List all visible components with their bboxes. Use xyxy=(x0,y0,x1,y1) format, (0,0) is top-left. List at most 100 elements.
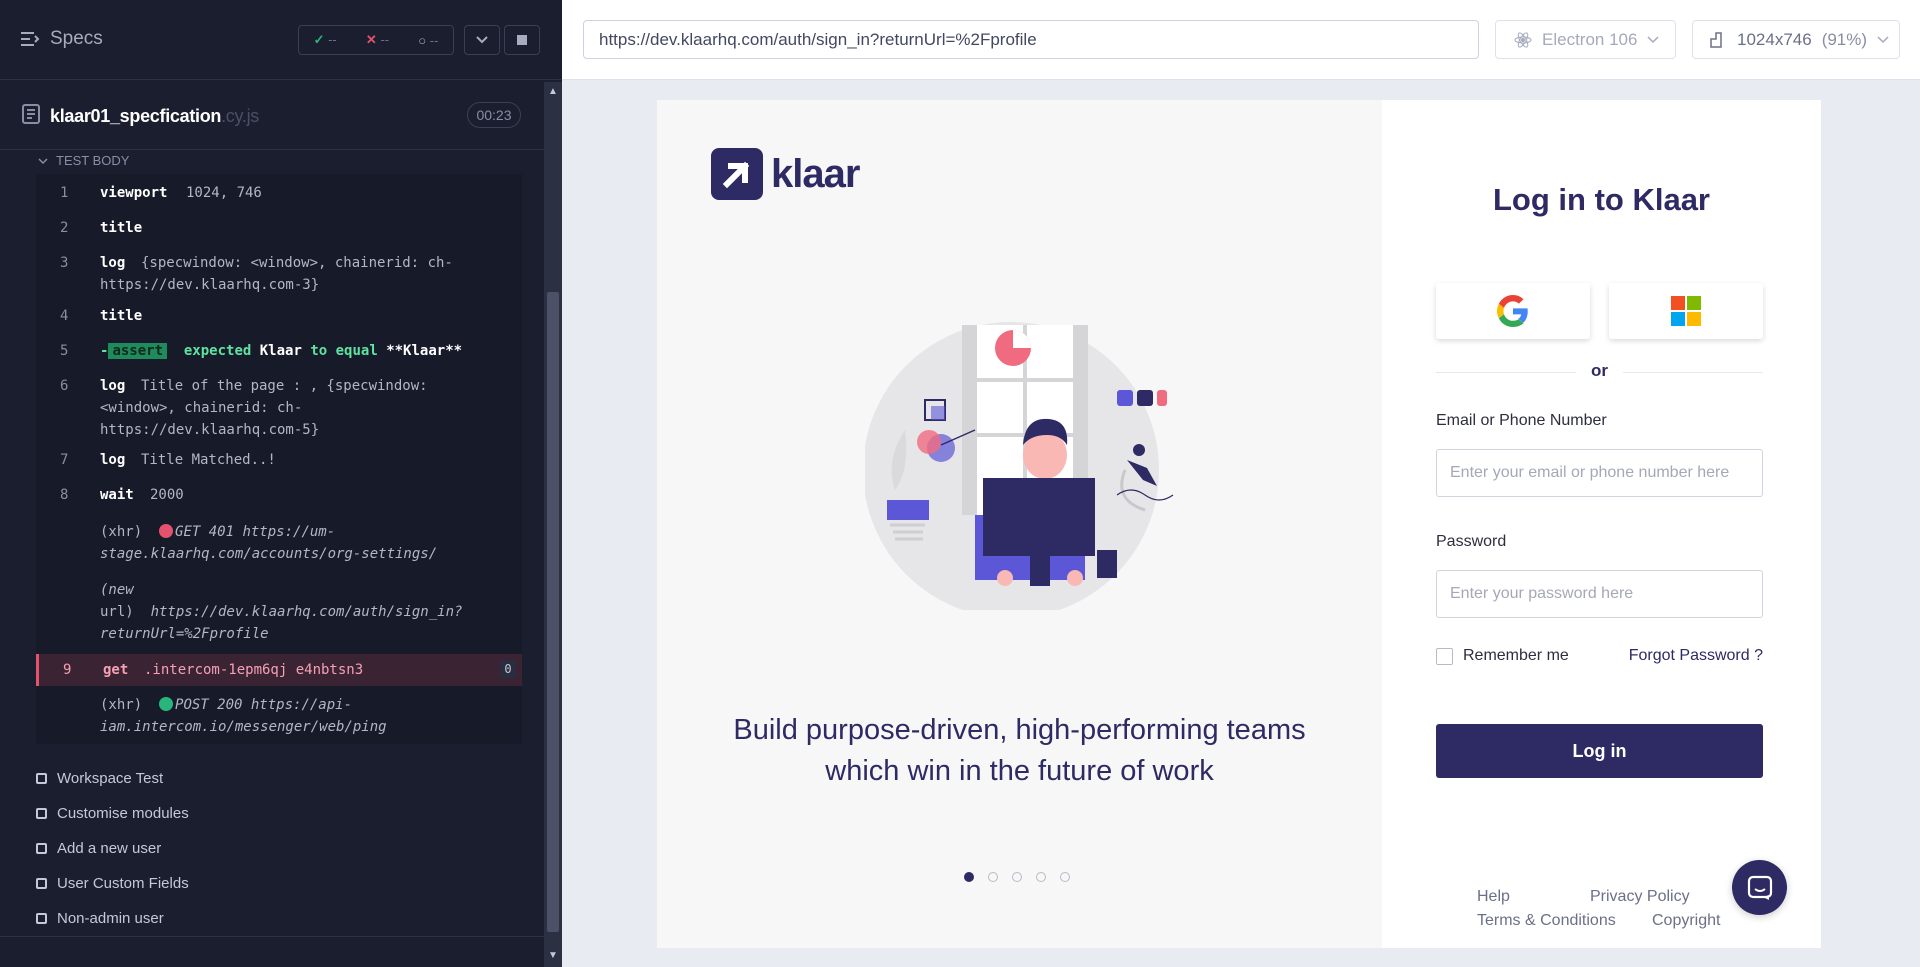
intercom-chat-launcher[interactable] xyxy=(1732,860,1787,915)
new-url-message: url) https://dev.klaarhq.com/auth/sign_i… xyxy=(100,601,462,623)
stop-button[interactable] xyxy=(504,25,540,55)
test-status-icon xyxy=(36,878,47,889)
carousel-dot[interactable] xyxy=(1036,872,1046,882)
command-name: log xyxy=(100,452,126,468)
scrollbar-thumb[interactable] xyxy=(547,292,559,932)
command-message: 2000 xyxy=(150,487,184,503)
test-item[interactable]: Non-admin user xyxy=(36,910,164,927)
spec-name-text: klaar01_specfication xyxy=(50,106,222,126)
chevron-down-icon xyxy=(1877,35,1889,43)
new-url-value: returnUrl=%2Fprofile xyxy=(100,626,269,642)
active-command-row[interactable]: 9 get .intercom-1epm6qj e4nbtsn3 0 xyxy=(36,654,522,686)
command-number: 5 xyxy=(60,343,69,359)
terms-link[interactable]: Terms & Conditions xyxy=(1477,912,1616,930)
spec-title-row: klaar01_specfication.cy.js 00:23 xyxy=(0,82,544,150)
login-panel: Log in to Klaar or Email or Phone Number… xyxy=(1382,100,1821,948)
zoom-level: (91%) xyxy=(1821,29,1868,49)
xhr-row[interactable]: (xhr) GET 401 https://um- stage.klaarhq.… xyxy=(36,521,522,567)
chevron-down-icon xyxy=(476,36,488,44)
test-status-icon xyxy=(36,773,47,784)
menu-collapse-icon xyxy=(21,32,40,46)
failed-status-dot-icon xyxy=(159,524,174,538)
command-number: 9 xyxy=(63,662,72,678)
specs-toggle-button[interactable]: Specs xyxy=(20,28,103,50)
carousel-dot[interactable] xyxy=(988,872,998,882)
test-body-toggle[interactable]: TEST BODY xyxy=(38,153,129,168)
electron-icon xyxy=(1514,31,1532,48)
new-url-row[interactable]: (new url) https://dev.klaarhq.com/auth/s… xyxy=(36,579,522,645)
copyright-link[interactable]: Copyright xyxy=(1652,912,1720,930)
remember-me-label: Remember me xyxy=(1463,647,1569,664)
command-name: viewport xyxy=(100,185,168,201)
command-number: 7 xyxy=(60,452,69,468)
test-body-label: TEST BODY xyxy=(56,153,130,168)
xhr-message: (xhr) GET 401 https://um- xyxy=(100,521,335,543)
forgot-password-link[interactable]: Forgot Password ? xyxy=(1629,647,1763,665)
xhr-url: POST 200 https://api- xyxy=(175,697,353,713)
test-item[interactable]: Customise modules xyxy=(36,805,189,822)
xhr-row[interactable]: (xhr) POST 200 https://api- iam.intercom… xyxy=(36,694,522,740)
microsoft-icon xyxy=(1671,296,1701,326)
runner-header: Specs ✓ -- ✕ -- ○ -- xyxy=(0,0,562,80)
command-number: 3 xyxy=(60,255,69,271)
hero-tagline: Build purpose-driven, high-performing te… xyxy=(657,710,1382,792)
google-icon xyxy=(1497,295,1528,327)
command-name: log xyxy=(100,378,126,394)
assert-badge: assert xyxy=(108,343,168,359)
google-sign-in-button[interactable] xyxy=(1436,283,1590,339)
browser-selector[interactable]: Electron 106 xyxy=(1495,20,1676,59)
carousel-indicators xyxy=(964,872,1070,882)
remember-me-checkbox[interactable]: Remember me xyxy=(1436,647,1569,665)
viewport-size: 1024x746 xyxy=(1737,29,1812,49)
chevron-down-icon xyxy=(1647,35,1659,43)
viewport-info[interactable]: 1024x746 (91%) xyxy=(1692,20,1900,59)
checkbox-box[interactable] xyxy=(1436,647,1453,665)
specs-label: Specs xyxy=(50,28,103,49)
logo-text: klaar xyxy=(771,151,860,196)
passed-count: -- xyxy=(328,32,337,47)
failed-x-icon: ✕ xyxy=(365,32,377,47)
help-link[interactable]: Help xyxy=(1477,888,1510,906)
xhr-message: (xhr) POST 200 https://api- xyxy=(100,694,352,716)
command-name: title xyxy=(100,308,143,324)
test-item[interactable]: Workspace Test xyxy=(36,770,163,787)
command-log-scrollbar[interactable]: ▲ ▼ xyxy=(544,82,562,967)
xhr-url: GET 401 https://um- xyxy=(175,524,336,540)
xhr-url: stage.klaarhq.com/accounts/org-settings/ xyxy=(100,546,438,562)
ruler-icon xyxy=(1710,31,1722,48)
test-item[interactable]: Add a new user xyxy=(36,840,161,857)
or-text: or xyxy=(1591,361,1608,380)
command-message: https://dev.klaarhq.com-3} xyxy=(100,277,320,293)
command-message: 1024, 746 xyxy=(186,185,262,201)
runner-footer-divider xyxy=(0,936,544,937)
microsoft-sign-in-button[interactable] xyxy=(1609,283,1763,339)
assert-expected: **Klaar** xyxy=(386,343,463,359)
success-status-dot-icon xyxy=(159,697,174,711)
carousel-dot[interactable] xyxy=(1012,872,1022,882)
scroll-down-arrow-icon[interactable]: ▼ xyxy=(548,950,558,961)
xhr-label: (xhr) xyxy=(100,697,143,713)
runner-panel: Specs ✓ -- ✕ -- ○ -- klaar01_specficatio… xyxy=(0,0,562,967)
command-row[interactable]: 3 log {specwindow: <window>, chainerid: … xyxy=(36,252,522,298)
command-row[interactable]: 6 log Title of the page : , {specwindow:… xyxy=(36,375,522,441)
pending-spinner-icon: ○ xyxy=(418,32,427,48)
test-item[interactable]: User Custom Fields xyxy=(36,875,189,892)
scroll-up-arrow-icon[interactable]: ▲ xyxy=(548,86,558,97)
login-button[interactable]: Log in xyxy=(1436,724,1763,778)
test-title: Add a new user xyxy=(57,840,162,857)
carousel-dot[interactable] xyxy=(964,872,974,882)
email-field[interactable]: Enter your email or phone number here xyxy=(1436,449,1763,497)
command-name: get xyxy=(103,662,129,678)
tagline-line: Build purpose-driven, high-performing te… xyxy=(733,714,1306,746)
password-field[interactable]: Enter your password here xyxy=(1436,570,1763,618)
carousel-dot[interactable] xyxy=(1060,872,1070,882)
aut-iframe: klaar Build purpose-driven, high-perform… xyxy=(657,100,1821,948)
auto-scroll-button[interactable] xyxy=(464,25,500,55)
new-url-label: (new xyxy=(100,582,134,598)
test-status-icon xyxy=(36,913,47,924)
spec-file-name: klaar01_specfication.cy.js xyxy=(50,106,259,127)
command-message: https://dev.klaarhq.com-5} xyxy=(100,422,320,438)
test-title: Non-admin user xyxy=(57,910,164,927)
privacy-policy-link[interactable]: Privacy Policy xyxy=(1590,888,1690,906)
aut-url-bar[interactable]: https://dev.klaarhq.com/auth/sign_in?ret… xyxy=(583,20,1479,59)
